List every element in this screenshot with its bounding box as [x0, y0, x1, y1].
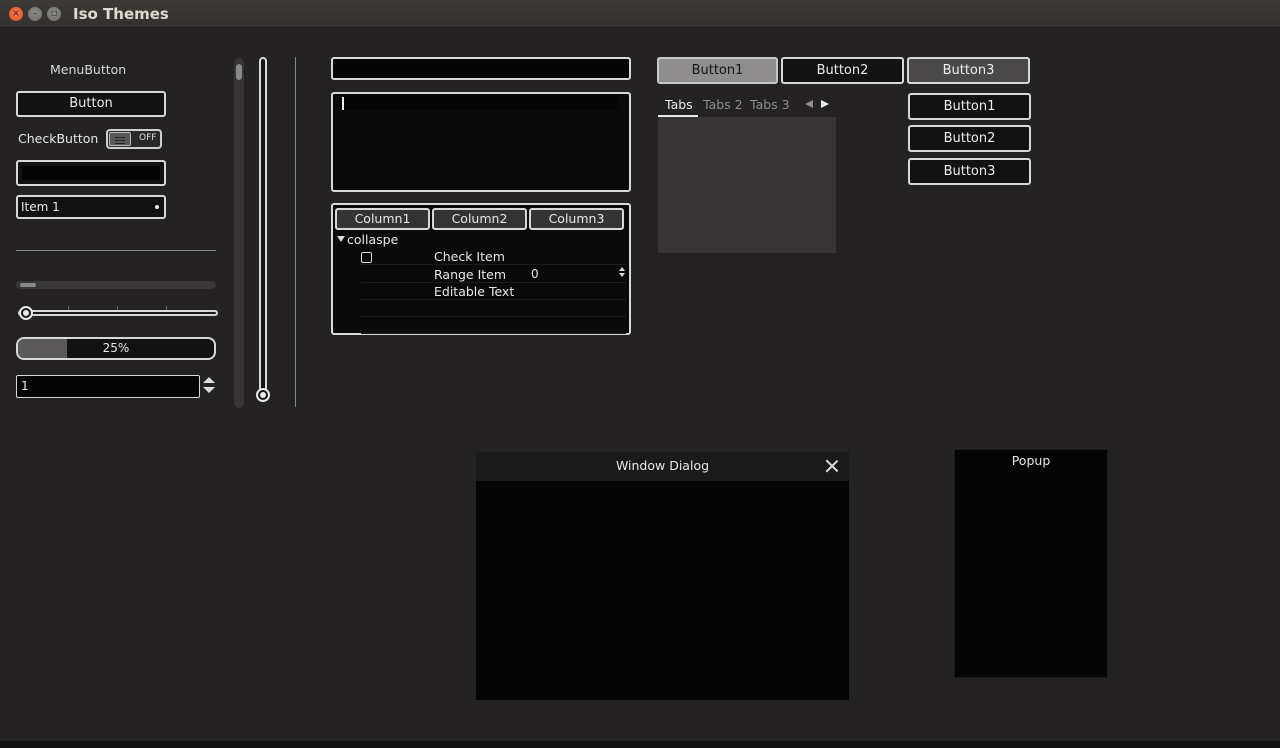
expander-icon[interactable] [337, 236, 345, 242]
tab-2[interactable]: Tabs 2 [703, 97, 743, 112]
popup-window: Popup [954, 449, 1108, 678]
tab-3[interactable]: Tabs 3 [750, 97, 790, 112]
toggle-switch[interactable]: OFF [106, 129, 162, 149]
range-spin-icon[interactable] [619, 267, 627, 279]
table-row [361, 300, 626, 317]
menu-button[interactable]: MenuButton [50, 62, 126, 77]
vbutton-1[interactable]: Button1 [908, 93, 1031, 120]
combo-value: Item 1 [21, 200, 60, 214]
vertical-separator [295, 57, 296, 407]
slider-tick [166, 306, 167, 310]
range-item-label: Range Item [434, 267, 507, 282]
bottom-bar [0, 741, 1280, 748]
column-header-1[interactable]: Column1 [335, 208, 430, 230]
range-item-value[interactable]: 0 [531, 267, 539, 281]
slider-handle[interactable] [19, 306, 33, 320]
spin-arrows[interactable] [203, 377, 215, 397]
vbutton-2[interactable]: Button2 [908, 125, 1031, 152]
toggle-state: OFF [139, 133, 157, 143]
horizontal-slider[interactable] [18, 310, 218, 316]
tab-scroll-left-icon[interactable] [805, 100, 813, 108]
spin-down-icon[interactable] [203, 387, 215, 393]
close-icon[interactable]: × [9, 7, 23, 21]
column-header-3[interactable]: Column3 [529, 208, 624, 230]
scrollbar-thumb[interactable] [236, 64, 242, 80]
slider-tick [117, 306, 118, 310]
window-dialog: Window Dialog [476, 452, 849, 700]
maximize-icon[interactable]: ▫ [47, 7, 61, 21]
title-bar [0, 0, 1280, 28]
scrollbar-thumb[interactable] [20, 283, 36, 287]
progress-bar: 25% [16, 337, 216, 360]
tab-scroll-right-icon[interactable] [821, 100, 829, 108]
vbutton-3[interactable]: Button3 [908, 158, 1031, 185]
horizontal-scrollbar[interactable] [16, 281, 216, 289]
check-item-label: Check Item [434, 249, 505, 264]
table-row [361, 317, 626, 334]
progress-label: 25% [102, 341, 130, 355]
tab-panel [658, 117, 836, 253]
toggle-knob[interactable] [109, 132, 131, 146]
tab-1[interactable]: Tabs [665, 97, 693, 112]
horizontal-separator [16, 250, 216, 251]
spin-up-icon[interactable] [203, 377, 215, 383]
button[interactable]: Button [16, 91, 166, 117]
checkbutton-label[interactable]: CheckButton [18, 131, 98, 146]
minimize-icon[interactable]: – [28, 7, 42, 21]
vertical-scrollbar[interactable] [234, 58, 244, 408]
tab-widget: Tabs Tabs 2 Tabs 3 [658, 95, 836, 253]
tree-group-label[interactable]: collaspe [347, 232, 398, 247]
editable-text-item[interactable]: Editable Text [434, 284, 514, 299]
text-view[interactable] [331, 92, 631, 192]
text-caret [342, 97, 344, 110]
hbutton-2[interactable]: Button2 [781, 57, 904, 84]
combo-indicator-icon [155, 205, 159, 209]
text-entry[interactable] [16, 160, 166, 186]
tree-view[interactable]: Column1 Column2 Column3 collaspe Check I… [331, 203, 631, 335]
window-title: Iso Themes [73, 5, 169, 23]
hbutton-1[interactable]: Button1 [657, 57, 778, 84]
vertical-slider-handle[interactable] [256, 388, 270, 402]
text-entry-2[interactable] [331, 57, 631, 80]
dialog-header[interactable]: Window Dialog [476, 452, 849, 481]
close-icon[interactable] [825, 459, 839, 473]
column-header-2[interactable]: Column2 [432, 208, 527, 230]
popup-title: Popup [1011, 453, 1051, 468]
check-item-checkbox[interactable] [361, 252, 372, 263]
slider-tick [68, 306, 69, 310]
spin-value: 1 [21, 379, 29, 393]
dialog-title: Window Dialog [615, 458, 710, 473]
spin-entry[interactable]: 1 [16, 375, 200, 398]
hbutton-3[interactable]: Button3 [907, 57, 1030, 84]
vertical-slider[interactable] [259, 57, 267, 402]
combo-box[interactable]: Item 1 [16, 195, 166, 219]
text-line [340, 96, 619, 110]
